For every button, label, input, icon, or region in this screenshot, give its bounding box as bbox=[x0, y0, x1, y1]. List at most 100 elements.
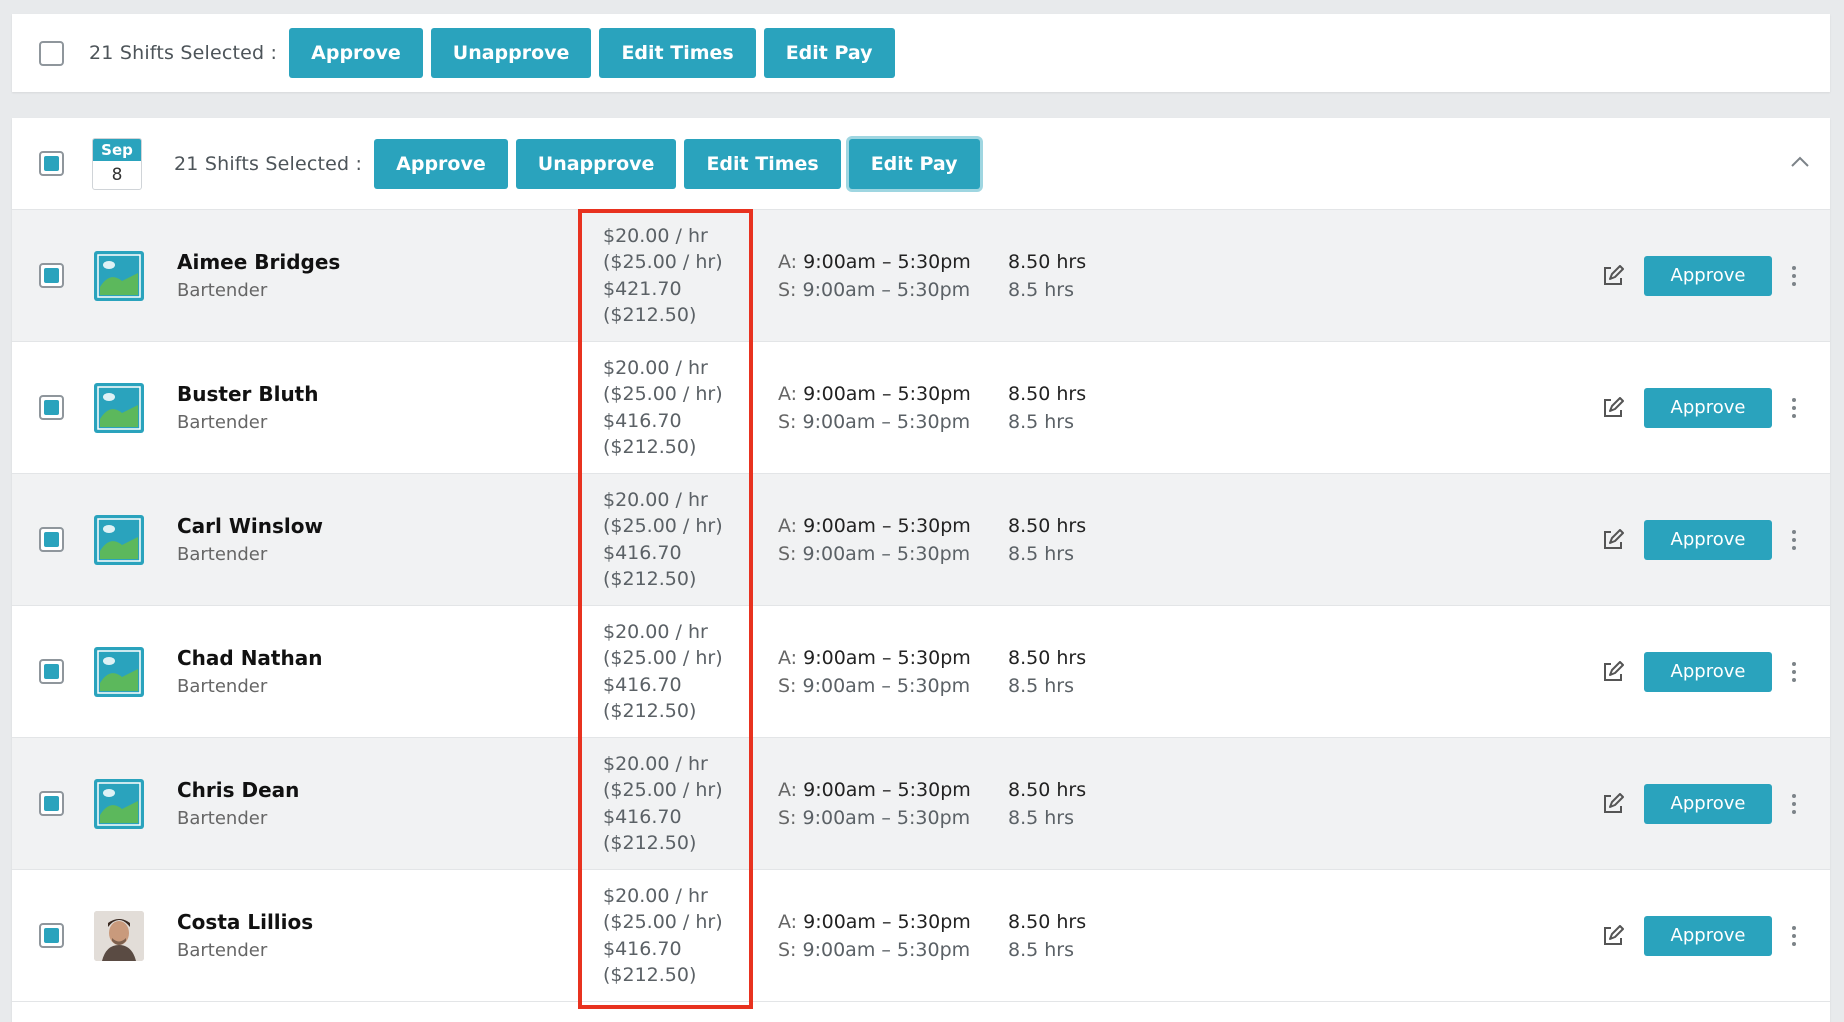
more-options-icon[interactable] bbox=[1784, 921, 1804, 951]
employee-name: Chris Dean bbox=[177, 778, 300, 802]
shift-hours: 8.50 hrs 8.5 hrs bbox=[1008, 248, 1208, 304]
avatar bbox=[94, 382, 144, 433]
pay-rate-alt: ($25.00 / hr) bbox=[603, 251, 723, 273]
shift-times: A: 9:00am – 5:30pm S: 9:00am – 5:30pm bbox=[778, 908, 1008, 964]
actual-time-line: A: 9:00am – 5:30pm bbox=[778, 512, 1008, 540]
shift-hours: 8.50 hrs 8.5 hrs bbox=[1008, 644, 1208, 700]
pay-total-alt: ($212.50) bbox=[603, 568, 697, 590]
edit-icon[interactable] bbox=[1600, 659, 1626, 685]
shifts-selected-label: 21 Shifts Selected : bbox=[89, 42, 278, 64]
bulk-approve-button[interactable]: Approve bbox=[289, 28, 423, 78]
actual-time: 9:00am – 5:30pm bbox=[803, 646, 971, 669]
shift-checkbox[interactable] bbox=[39, 395, 64, 420]
employee-name: Costa Lillios bbox=[177, 910, 314, 934]
scheduled-time: 9:00am – 5:30pm bbox=[802, 806, 971, 829]
shift-checkbox[interactable] bbox=[39, 791, 64, 816]
shift-checkbox[interactable] bbox=[39, 263, 64, 288]
pay-total-alt: ($212.50) bbox=[603, 964, 697, 986]
pay-rate-alt: ($25.00 / hr) bbox=[603, 515, 723, 537]
employee-info: Costa Lillios Bartender bbox=[177, 910, 567, 961]
scheduled-time: 9:00am – 5:30pm bbox=[802, 674, 971, 697]
pay-total: $421.70 bbox=[603, 277, 682, 300]
pay-rate: $20.00 / hr bbox=[603, 356, 708, 379]
approve-button[interactable]: Approve bbox=[1644, 387, 1772, 428]
shift-checkbox[interactable] bbox=[39, 527, 64, 552]
actual-time: 9:00am – 5:30pm bbox=[803, 382, 971, 405]
group-edit-times-button[interactable]: Edit Times bbox=[684, 138, 841, 189]
select-all-checkbox[interactable] bbox=[39, 40, 64, 66]
more-options-icon[interactable] bbox=[1784, 525, 1804, 555]
more-options-icon[interactable] bbox=[1784, 657, 1804, 687]
shift-hours: 8.50 hrs 8.5 hrs bbox=[1008, 512, 1208, 568]
approve-button[interactable]: Approve bbox=[1644, 519, 1772, 560]
pay-rate: $20.00 / hr bbox=[603, 752, 708, 775]
actual-time: 9:00am – 5:30pm bbox=[803, 778, 971, 801]
shift-checkbox[interactable] bbox=[39, 923, 64, 948]
scheduled-time: 9:00am – 5:30pm bbox=[802, 542, 971, 565]
group-edit-pay-button[interactable]: Edit Pay bbox=[848, 138, 980, 189]
approve-button[interactable]: Approve bbox=[1644, 255, 1772, 296]
date-group-panel: Sep 8 21 Shifts Selected : Approve Unapp… bbox=[12, 118, 1830, 1022]
scheduled-time-line: S: 9:00am – 5:30pm bbox=[778, 672, 1008, 700]
actual-time: 9:00am – 5:30pm bbox=[803, 910, 971, 933]
scheduled-label: S: bbox=[778, 278, 797, 301]
edit-icon[interactable] bbox=[1600, 923, 1626, 949]
actual-label: A: bbox=[778, 514, 798, 537]
scheduled-label: S: bbox=[778, 806, 797, 829]
shift-row: Carl Winslow Bartender $20.00 / hr ($25.… bbox=[12, 474, 1830, 606]
shift-times: A: 9:00am – 5:30pm S: 9:00am – 5:30pm bbox=[778, 248, 1008, 304]
scheduled-hours: 8.5 hrs bbox=[1008, 806, 1075, 829]
row-actions: Approve bbox=[1600, 342, 1804, 473]
chevron-up-icon[interactable] bbox=[1788, 150, 1812, 174]
date-day: 8 bbox=[111, 164, 123, 185]
shift-times: A: 9:00am – 5:30pm S: 9:00am – 5:30pm bbox=[778, 380, 1008, 436]
approve-button[interactable]: Approve bbox=[1644, 783, 1772, 824]
bulk-edit-pay-button[interactable]: Edit Pay bbox=[763, 28, 895, 78]
pay-rate-alt: ($25.00 / hr) bbox=[603, 647, 723, 669]
scheduled-label: S: bbox=[778, 410, 797, 433]
approve-button[interactable]: Approve bbox=[1644, 915, 1772, 956]
edit-icon[interactable] bbox=[1600, 791, 1626, 817]
profile-photo-icon bbox=[94, 910, 144, 961]
shift-hours: 8.50 hrs 8.5 hrs bbox=[1008, 776, 1208, 832]
actual-time-line: A: 9:00am – 5:30pm bbox=[778, 908, 1008, 936]
pay-total: $416.70 bbox=[603, 673, 682, 696]
group-select-checkbox[interactable] bbox=[39, 151, 64, 176]
group-approve-button[interactable]: Approve bbox=[374, 138, 508, 189]
actual-hours: 8.50 hrs bbox=[1008, 646, 1087, 669]
approve-button[interactable]: Approve bbox=[1644, 651, 1772, 692]
employee-role: Bartender bbox=[177, 808, 268, 829]
edit-icon[interactable] bbox=[1600, 527, 1626, 553]
bulk-unapprove-button[interactable]: Unapprove bbox=[430, 28, 592, 78]
employee-info: Carl Winslow Bartender bbox=[177, 514, 567, 565]
scheduled-time-line: S: 9:00am – 5:30pm bbox=[778, 276, 1008, 304]
bulk-edit-times-button[interactable]: Edit Times bbox=[599, 28, 756, 78]
actual-time-line: A: 9:00am – 5:30pm bbox=[778, 380, 1008, 408]
edit-icon[interactable] bbox=[1600, 395, 1626, 421]
date-month: Sep bbox=[93, 138, 141, 161]
more-options-icon[interactable] bbox=[1784, 789, 1804, 819]
scheduled-time: 9:00am – 5:30pm bbox=[802, 938, 971, 961]
employee-role: Bartender bbox=[177, 544, 268, 565]
scheduled-time-line: S: 9:00am – 5:30pm bbox=[778, 936, 1008, 964]
employee-name: Buster Bluth bbox=[177, 382, 319, 406]
scheduled-time-line: S: 9:00am – 5:30pm bbox=[778, 804, 1008, 832]
scheduled-time: 9:00am – 5:30pm bbox=[802, 278, 971, 301]
actual-label: A: bbox=[778, 250, 798, 273]
actual-hours: 8.50 hrs bbox=[1008, 250, 1087, 273]
more-options-icon[interactable] bbox=[1784, 393, 1804, 423]
pay-total-alt: ($212.50) bbox=[603, 436, 697, 458]
actual-label: A: bbox=[778, 778, 798, 801]
shift-row: Costa Lillios Bartender $20.00 / hr ($25… bbox=[12, 870, 1830, 1002]
edit-icon[interactable] bbox=[1600, 263, 1626, 289]
more-options-icon[interactable] bbox=[1784, 261, 1804, 291]
employee-info: Aimee Bridges Bartender bbox=[177, 250, 567, 301]
shift-times: A: 9:00am – 5:30pm S: 9:00am – 5:30pm bbox=[778, 644, 1008, 700]
employee-info: Chris Dean Bartender bbox=[177, 778, 567, 829]
row-actions: Approve bbox=[1600, 210, 1804, 341]
shift-row: Chris Dean Bartender $20.00 / hr ($25.00… bbox=[12, 738, 1830, 870]
pay-total: $416.70 bbox=[603, 937, 682, 960]
shift-checkbox[interactable] bbox=[39, 659, 64, 684]
group-unapprove-button[interactable]: Unapprove bbox=[515, 138, 677, 189]
pay-info: $20.00 / hr ($25.00 / hr) $416.70 ($212.… bbox=[567, 883, 742, 989]
